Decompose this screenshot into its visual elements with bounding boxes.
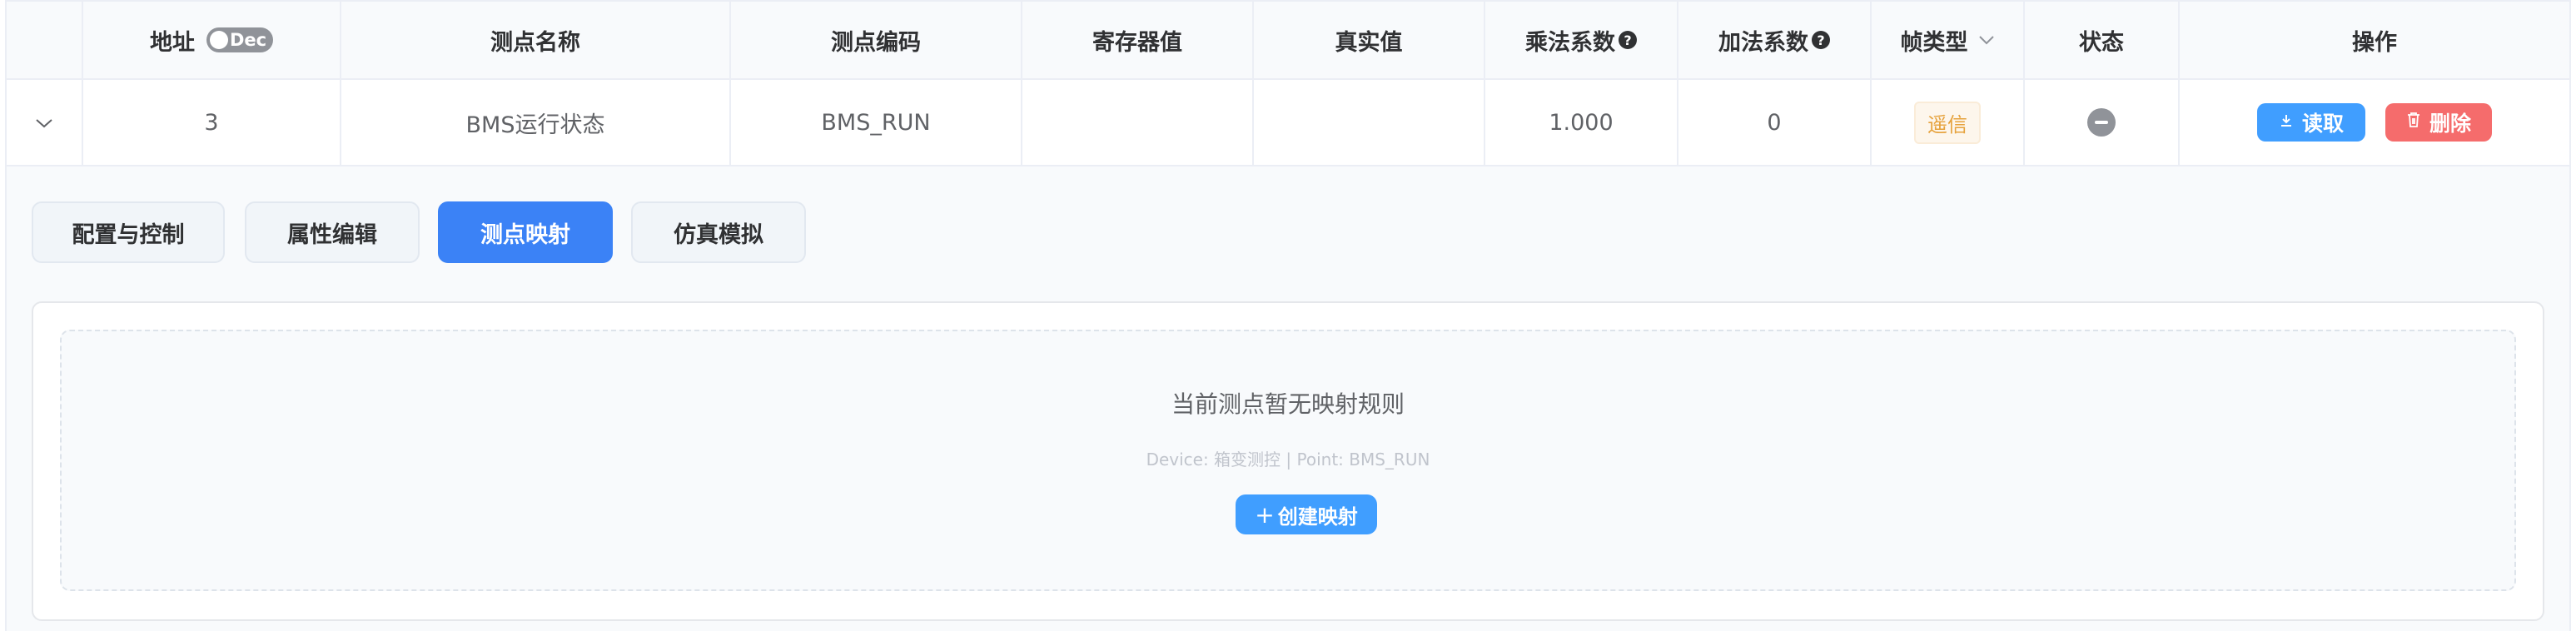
chevron-down-icon[interactable] xyxy=(35,111,53,134)
header-point-code-label: 测点编码 xyxy=(831,29,921,56)
header-register-value: 寄存器值 xyxy=(1022,2,1254,78)
dec-hex-toggle[interactable]: Dec xyxy=(206,27,273,52)
cell-multiplier: 1.000 xyxy=(1485,80,1678,165)
header-actions-label: 操作 xyxy=(2352,29,2397,56)
trash-icon xyxy=(2406,112,2421,133)
minus-circle-icon xyxy=(2087,108,2116,137)
cell-real-value xyxy=(1254,80,1485,165)
header-register-value-label: 寄存器值 xyxy=(1092,29,1182,56)
cell-register-value xyxy=(1022,80,1254,165)
toggle-label: Dec xyxy=(230,30,267,50)
empty-state-title: 当前测点暂无映射规则 xyxy=(1171,390,1405,418)
tab-label: 属性编辑 xyxy=(287,221,377,248)
table-header: 地址 Dec 测点名称 测点编码 寄存器值 真实值 乘法系数 ? 加法系数 ? … xyxy=(7,0,2569,80)
header-addend-label: 加法系数 xyxy=(1718,29,1808,56)
frame-type-tag: 遥信 xyxy=(1914,101,1981,144)
multiplier-value: 1.000 xyxy=(1549,109,1614,136)
row-expand-toggle[interactable] xyxy=(7,80,83,165)
header-real-value: 真实值 xyxy=(1254,2,1485,78)
addend-value: 0 xyxy=(1767,109,1782,136)
plus-icon: + xyxy=(1255,500,1275,529)
row-expanded-panel: 配置与控制 属性编辑 测点映射 仿真模拟 当前测点暂无映射规则 Device: … xyxy=(7,166,2569,631)
header-frame-type-label: 帧类型 xyxy=(1900,29,1968,56)
toggle-knob xyxy=(210,31,228,49)
header-status: 状态 xyxy=(2025,2,2180,78)
tab-simulation[interactable]: 仿真模拟 xyxy=(631,201,806,263)
point-name-value: BMS运行状态 xyxy=(465,112,605,138)
tab-label: 测点映射 xyxy=(480,221,570,248)
header-actions: 操作 xyxy=(2180,2,2569,78)
header-multiplier-label: 乘法系数 xyxy=(1525,29,1615,56)
empty-state-subtitle: Device: 箱变测控 | Point: BMS_RUN xyxy=(1146,450,1430,470)
mapping-panel: 当前测点暂无映射规则 Device: 箱变测控 | Point: BMS_RUN… xyxy=(32,301,2544,621)
cell-actions: 读取 删除 xyxy=(2180,80,2569,165)
delete-button-label: 删除 xyxy=(2429,112,2471,136)
tab-property-edit[interactable]: 属性编辑 xyxy=(245,201,420,263)
tab-label: 仿真模拟 xyxy=(674,221,763,248)
tab-config-control[interactable]: 配置与控制 xyxy=(32,201,225,263)
header-frame-type[interactable]: 帧类型 xyxy=(1872,2,2025,78)
tab-label: 配置与控制 xyxy=(72,221,185,248)
header-multiplier: 乘法系数 ? xyxy=(1485,2,1678,78)
cell-status xyxy=(2025,80,2180,165)
download-icon xyxy=(2279,112,2294,133)
cell-address: 3 xyxy=(83,80,341,165)
header-address: 地址 Dec xyxy=(83,2,341,78)
mapping-empty-state: 当前测点暂无映射规则 Device: 箱变测控 | Point: BMS_RUN… xyxy=(60,330,2516,591)
create-mapping-label: 创建映射 xyxy=(1277,504,1358,529)
header-addend: 加法系数 ? xyxy=(1678,2,1872,78)
cell-point-name: BMS运行状态 xyxy=(341,80,731,165)
header-point-code: 测点编码 xyxy=(731,2,1022,78)
cell-point-code: BMS_RUN xyxy=(731,80,1022,165)
address-value: 3 xyxy=(204,109,219,136)
question-circle-icon[interactable]: ? xyxy=(1812,31,1830,49)
header-point-name-label: 测点名称 xyxy=(490,29,580,56)
cell-addend: 0 xyxy=(1678,80,1872,165)
read-button-label: 读取 xyxy=(2301,112,2344,136)
point-code-value: BMS_RUN xyxy=(821,109,931,136)
chevron-down-icon[interactable] xyxy=(1978,30,1995,51)
header-expand-col xyxy=(7,2,83,78)
delete-button[interactable]: 删除 xyxy=(2385,103,2492,142)
header-point-name: 测点名称 xyxy=(341,2,731,78)
cell-frame-type: 遥信 xyxy=(1872,80,2025,165)
table-row: 3 BMS运行状态 BMS_RUN 1.000 0 遥信 读取 删除 xyxy=(7,80,2569,166)
tab-point-mapping[interactable]: 测点映射 xyxy=(438,201,613,263)
header-address-label: 地址 xyxy=(150,29,195,56)
create-mapping-button[interactable]: + 创建映射 xyxy=(1236,494,1377,534)
point-table: 地址 Dec 测点名称 测点编码 寄存器值 真实值 乘法系数 ? 加法系数 ? … xyxy=(5,0,2571,631)
header-status-label: 状态 xyxy=(2079,29,2124,56)
header-real-value-label: 真实值 xyxy=(1335,29,1403,56)
question-circle-icon[interactable]: ? xyxy=(1619,31,1637,49)
read-button[interactable]: 读取 xyxy=(2257,103,2365,142)
